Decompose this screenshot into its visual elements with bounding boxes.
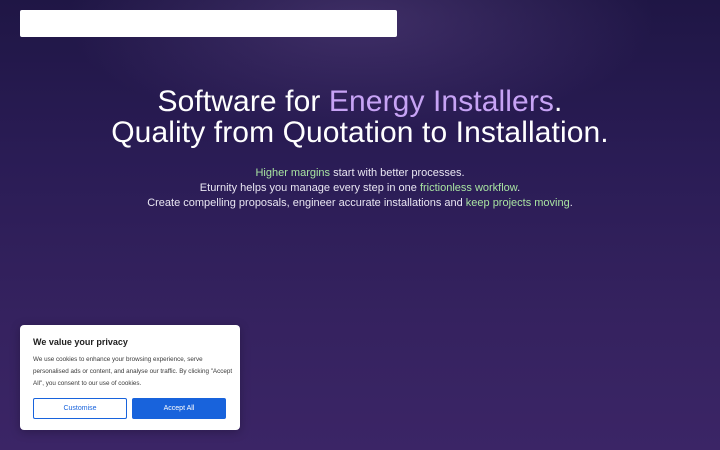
hero-title-accent: Energy Installers [328,85,555,118]
cookie-banner-text: We use cookies to enhance your browsing … [33,356,233,387]
customise-button[interactable]: Customise [33,398,127,419]
accept-all-button[interactable]: Accept All [132,398,226,419]
hero-title-line2: Quality from Quotation to Installation. [111,116,609,149]
hero-sub-line3-prefix: Create compelling proposals, engineer ac… [147,197,466,209]
hero-title: Software for Energy Installers. Quality … [0,86,720,148]
hero-sub-line3-highlight: keep projects moving [465,197,570,209]
hero-title-line1-prefix: Software for [157,85,329,118]
hero-subtitle: Higher margins start with better process… [0,166,720,211]
hero-sub-line2-suffix: . [517,182,521,194]
cookie-banner-title: We value your privacy [33,337,128,347]
hero-sub-line1-highlight: Higher margins [255,167,331,179]
hero-sub-line2-highlight: frictionless workflow [419,182,518,194]
hero-title-line1-suffix: . [554,85,563,118]
hero-section: Software for Energy Installers. Quality … [0,86,720,211]
top-navigation-bar [20,10,397,37]
cookie-consent-banner: We value your privacy We use cookies to … [20,325,240,430]
hero-sub-line1-rest: start with better processes. [330,167,465,179]
hero-sub-line3-suffix: . [569,197,573,209]
hero-sub-line2-prefix: Eturnity helps you manage every step in … [199,182,420,194]
